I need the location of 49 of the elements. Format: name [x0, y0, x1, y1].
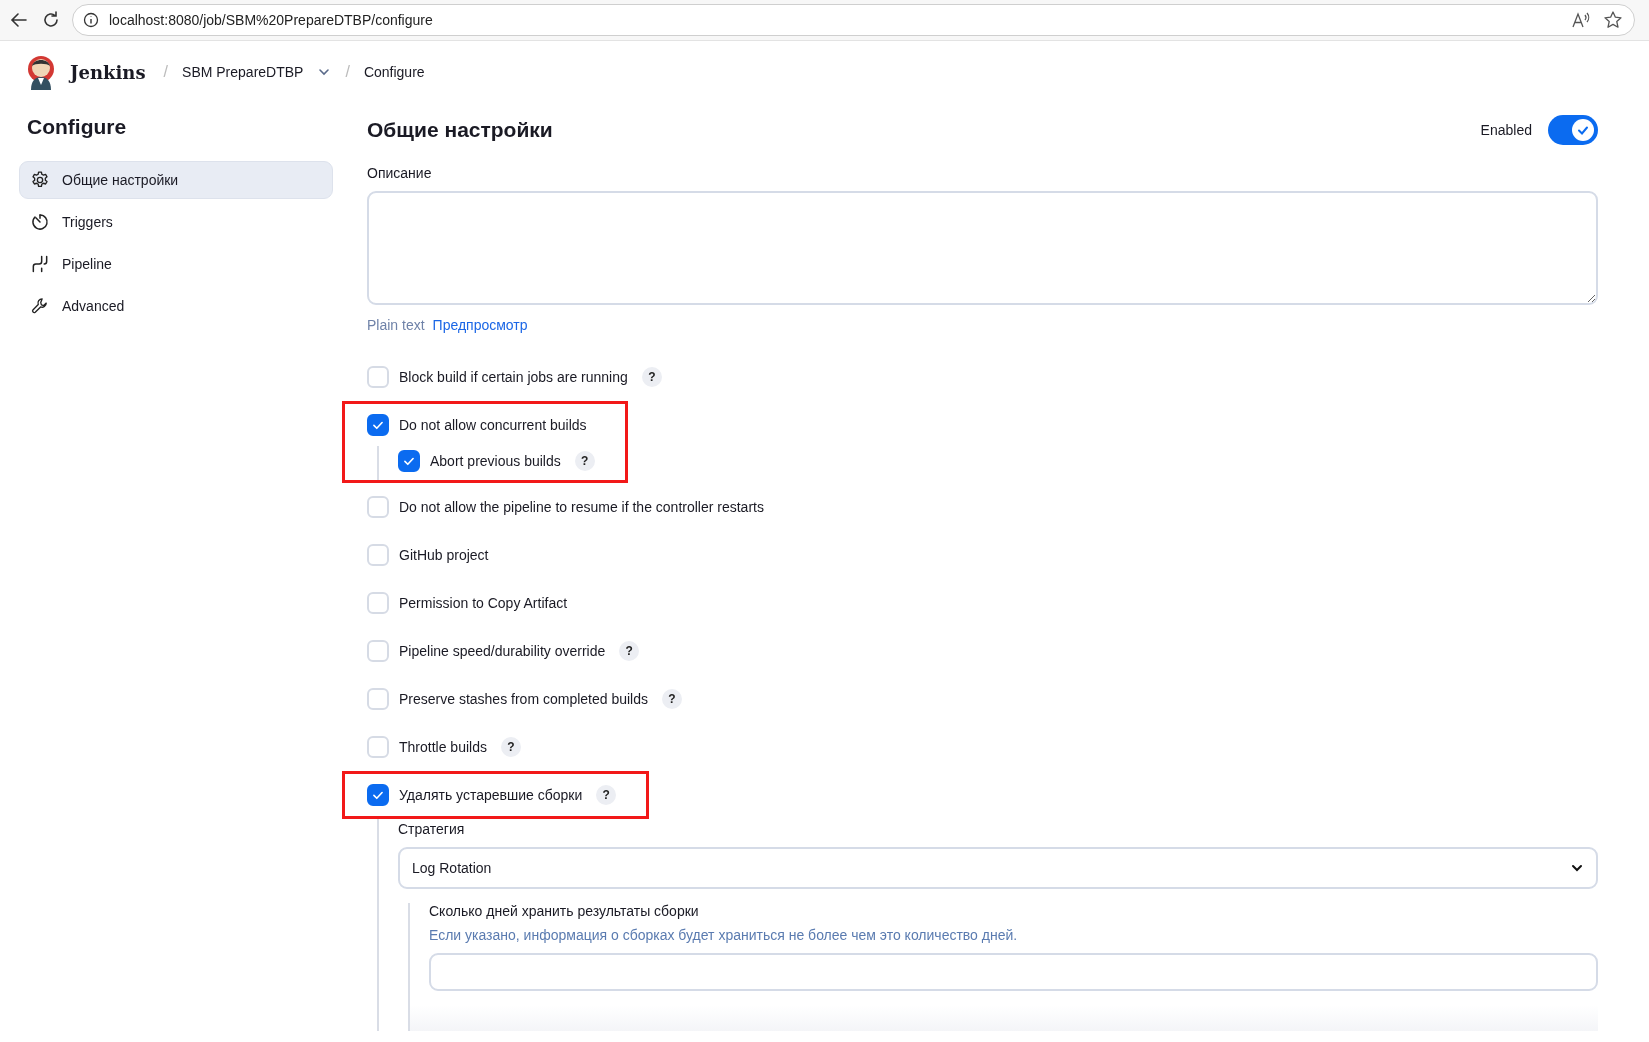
- help-button[interactable]: ?: [619, 641, 640, 661]
- sidebar-title: Configure: [27, 115, 128, 140]
- app-name[interactable]: Jenkins: [70, 61, 146, 83]
- timer-icon: [30, 212, 50, 232]
- breadcrumb-separator: /: [163, 63, 169, 81]
- option-label: GitHub project: [399, 547, 489, 563]
- input-field[interactable]: [429, 953, 1598, 991]
- breadcrumb-link[interactable]: SBM PrepareDTBP: [182, 64, 304, 80]
- sidebar-item[interactable]: Pipeline: [19, 245, 333, 283]
- option-label: Do not allow the pipeline to resume if the controller restarts: [399, 499, 764, 515]
- star-icon[interactable]: [1602, 9, 1624, 31]
- address-bar[interactable]: localhost:8080/job/SBM%20PrepareDTBP/configure: [72, 4, 1635, 36]
- checkbox[interactable]: [367, 414, 389, 436]
- help-button[interactable]: ?: [574, 451, 595, 471]
- sidebar-item[interactable]: Общие настройки: [19, 161, 333, 199]
- section-title: Общие настройки: [367, 118, 553, 142]
- field-label: Сколько дней хранить результаты сборки: [429, 903, 700, 919]
- butler-logo-icon[interactable]: [26, 54, 56, 90]
- option-label: Abort previous builds: [430, 453, 561, 469]
- breadcrumb-separator: /: [345, 63, 350, 81]
- checkbox[interactable]: [398, 450, 420, 472]
- option-label: Удалять устаревшие сборки: [399, 787, 583, 803]
- sidebar-item[interactable]: Triggers: [19, 203, 333, 241]
- help-button[interactable]: ?: [500, 737, 521, 757]
- help-button[interactable]: ?: [662, 689, 682, 709]
- help-button[interactable]: ?: [641, 367, 662, 387]
- strategy-select[interactable]: Log Rotation: [398, 847, 1598, 889]
- pipeline-icon: [30, 254, 50, 274]
- option-label: Block build if certain jobs are running: [399, 369, 628, 385]
- option-label: Throttle builds: [399, 739, 487, 755]
- checkbox[interactable]: [367, 784, 389, 806]
- breadcrumb-link[interactable]: Configure: [363, 64, 425, 80]
- gear-icon: [30, 170, 50, 190]
- toggle-label: Enabled: [1480, 122, 1532, 138]
- option-label: Permission to Copy Artifact: [399, 595, 568, 611]
- wrench-icon: [30, 296, 50, 316]
- format-label: Plain text: [367, 317, 425, 333]
- help-button[interactable]: ?: [596, 785, 617, 805]
- option-label: Pipeline speed/durability override: [399, 643, 606, 659]
- field-hint: Если указано, информация о сборках будет храниться не более чем это количество дней.: [429, 927, 1019, 943]
- enabled-toggle[interactable]: [1548, 115, 1598, 145]
- field-label: Стратегия: [398, 821, 466, 837]
- description-field[interactable]: [367, 191, 1598, 305]
- option-label: Preserve stashes from completed builds: [399, 691, 648, 707]
- field-label: Описание: [367, 165, 433, 181]
- preview-link[interactable]: Предпросмотр: [432, 317, 528, 333]
- sidebar-item[interactable]: Advanced: [19, 287, 333, 325]
- option-label: Do not allow concurrent builds: [399, 417, 587, 433]
- info-icon: [83, 12, 99, 28]
